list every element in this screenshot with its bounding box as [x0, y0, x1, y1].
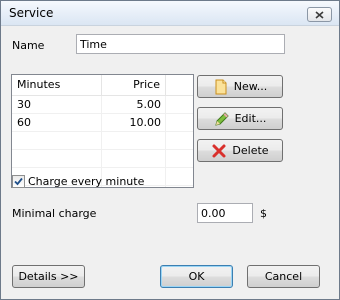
close-button[interactable] [307, 7, 332, 22]
table-row-empty [12, 150, 193, 168]
title-bar: Service [1, 1, 339, 26]
new-button-label: New... [233, 80, 268, 93]
table-row[interactable]: 30 5.00 [12, 96, 193, 114]
close-icon [315, 10, 324, 19]
dialog-footer: Details >> OK Cancel [6, 258, 334, 294]
delete-button[interactable]: Delete [197, 139, 283, 162]
name-input[interactable] [76, 34, 285, 54]
edit-button-label: Edit... [234, 112, 267, 125]
details-button-label: Details >> [18, 270, 79, 283]
column-header-minutes[interactable]: Minutes [12, 75, 102, 96]
row-minutes: 30 [17, 98, 31, 111]
new-button[interactable]: New... [197, 75, 283, 98]
cancel-button[interactable]: Cancel [247, 265, 320, 288]
details-button[interactable]: Details >> [12, 265, 85, 288]
charge-every-minute-label: Charge every minute [28, 174, 145, 188]
table-row-empty [12, 132, 193, 150]
window-title: Service [9, 6, 54, 20]
name-label: Name [12, 39, 45, 52]
prices-list[interactable]: Minutes Price 30 5.00 60 10.00 [11, 74, 194, 188]
minimal-charge-input[interactable] [197, 203, 253, 223]
new-document-icon [215, 79, 227, 94]
delete-button-label: Delete [232, 144, 269, 157]
column-header-price[interactable]: Price [102, 75, 166, 96]
delete-icon [212, 144, 226, 157]
service-dialog: Service Name Minutes Price 30 5.00 60 [0, 0, 340, 300]
row-minutes: 60 [17, 116, 31, 129]
charge-every-minute-checkbox[interactable]: Charge every minute [12, 173, 144, 189]
minimal-charge-label: Minimal charge [12, 207, 97, 220]
ok-button[interactable]: OK [160, 265, 233, 288]
dialog-body: Name Minutes Price 30 5.00 60 10.00 [6, 27, 334, 294]
ok-button-label: OK [188, 270, 205, 283]
prices-list-header: Minutes Price [12, 75, 193, 96]
pencil-icon [214, 111, 229, 126]
checkmark-icon [14, 177, 23, 185]
table-row[interactable]: 60 10.00 [12, 114, 193, 132]
checkbox-box[interactable] [12, 174, 25, 188]
row-price: 5.00 [136, 98, 162, 111]
edit-button[interactable]: Edit... [197, 107, 283, 130]
currency-symbol: $ [260, 207, 267, 220]
row-price: 10.00 [129, 116, 162, 129]
cancel-button-label: Cancel [264, 270, 303, 283]
